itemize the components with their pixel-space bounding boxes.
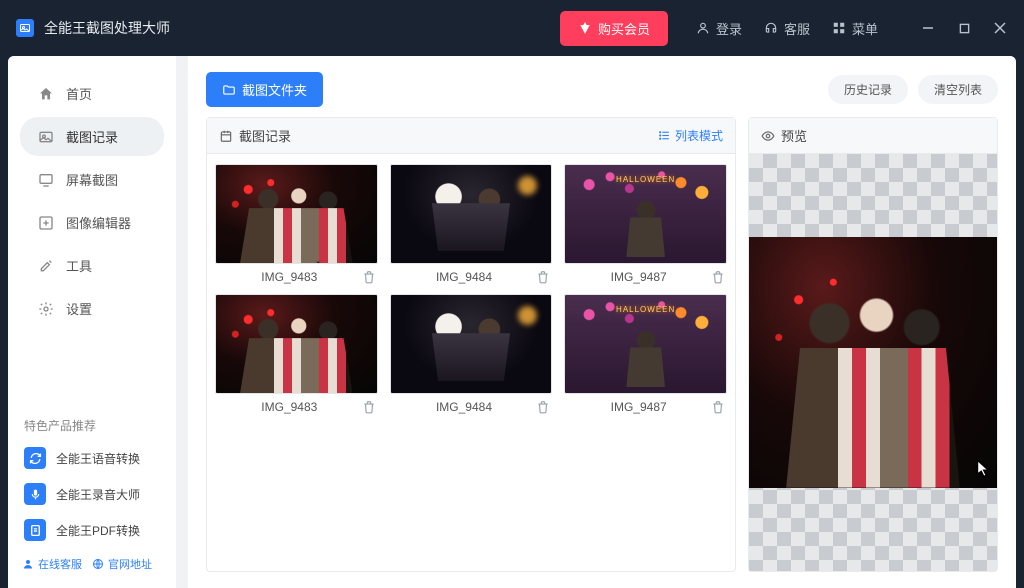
pdf-icon: [24, 519, 46, 541]
delete-button[interactable]: [536, 400, 550, 414]
history-button[interactable]: 历史记录: [828, 75, 908, 104]
gear-icon: [38, 301, 54, 317]
link-label: 官网地址: [108, 556, 152, 572]
eye-icon: [761, 129, 775, 143]
thumbnail-name: IMG_9483: [217, 270, 362, 284]
thumbnail-item: IMG_9484: [390, 294, 553, 414]
preview-title: 预览: [781, 126, 807, 145]
list-icon: [658, 129, 671, 142]
user-icon: [696, 21, 710, 35]
online-support-link[interactable]: 在线客服: [22, 556, 82, 572]
buy-vip-button[interactable]: 购买会员: [560, 11, 668, 46]
nav-label: 工具: [66, 256, 92, 275]
support-button[interactable]: 客服: [764, 19, 810, 38]
nav-label: 设置: [66, 299, 92, 318]
nav-tools[interactable]: 工具: [20, 246, 164, 285]
thumbnail-item: IMG_9484: [390, 164, 553, 284]
thumbnail-name: IMG_9487: [566, 270, 711, 284]
clear-list-button[interactable]: 清空列表: [918, 75, 998, 104]
list-mode-toggle[interactable]: 列表模式: [658, 127, 723, 144]
user-icon: [22, 558, 34, 570]
thumbnail-image[interactable]: [564, 164, 727, 264]
login-label: 登录: [716, 19, 742, 38]
records-icon: [38, 129, 54, 145]
thumbnail-item: IMG_9487: [564, 164, 727, 284]
records-panel: 截图记录 列表模式 IMG_9483 IMG_9484 IMG_9487 IMG_94…: [206, 117, 736, 572]
nav-image-editor[interactable]: 图像编辑器: [20, 203, 164, 242]
thumbnail-name: IMG_9484: [392, 270, 537, 284]
main-content: 截图文件夹 历史记录 清空列表 截图记录 列表模式 IMG_9483 IMG_94…: [188, 56, 1016, 588]
app-logo: [16, 19, 34, 37]
nav-home[interactable]: 首页: [20, 74, 164, 113]
preview-area[interactable]: [749, 154, 997, 571]
nav-screenshot-records[interactable]: 截图记录: [20, 117, 164, 156]
button-label: 截图文件夹: [242, 80, 307, 99]
close-button[interactable]: [992, 20, 1008, 36]
app-title: 全能王截图处理大师: [44, 18, 170, 38]
promo-heading: 特色产品推荐: [8, 411, 176, 440]
preview-panel: 预览: [748, 117, 998, 572]
nav-screen-capture[interactable]: 屏幕截图: [20, 160, 164, 199]
headset-icon: [764, 21, 778, 35]
login-button[interactable]: 登录: [696, 19, 742, 38]
nav-label: 图像编辑器: [66, 213, 131, 232]
mic-icon: [24, 483, 46, 505]
thumbnail-item: IMG_9483: [215, 294, 378, 414]
sidebar: 首页 截图记录 屏幕截图 图像编辑器 工具 设置 特色产品推荐 全能王语音转换: [8, 56, 176, 588]
delete-button[interactable]: [362, 400, 376, 414]
panel-title: 截图记录: [239, 126, 291, 145]
nav-label: 屏幕截图: [66, 170, 118, 189]
official-site-link[interactable]: 官网地址: [92, 556, 152, 572]
thumbnail-image[interactable]: [215, 294, 378, 394]
buy-vip-label: 购买会员: [598, 19, 650, 38]
promo-label: 全能王PDF转换: [56, 522, 140, 539]
nav-label: 截图记录: [66, 127, 118, 146]
minimize-button[interactable]: [920, 20, 936, 36]
thumbnail-image[interactable]: [390, 294, 553, 394]
menu-label: 菜单: [852, 19, 878, 38]
grid-icon: [832, 21, 846, 35]
tools-icon: [38, 258, 54, 274]
delete-button[interactable]: [536, 270, 550, 284]
thumbnail-name: IMG_9483: [217, 400, 362, 414]
menu-button[interactable]: 菜单: [832, 19, 878, 38]
maximize-button[interactable]: [956, 20, 972, 36]
home-icon: [38, 86, 54, 102]
thumbnail-name: IMG_9484: [392, 400, 537, 414]
promo-voice-convert[interactable]: 全能王语音转换: [8, 440, 176, 476]
refresh-icon: [24, 447, 46, 469]
nav-label: 首页: [66, 84, 92, 103]
promo-label: 全能王录音大师: [56, 486, 140, 503]
folder-icon: [222, 83, 236, 97]
thumbnail-image[interactable]: [564, 294, 727, 394]
titlebar: 全能王截图处理大师 购买会员 登录 客服 菜单: [0, 0, 1024, 56]
delete-button[interactable]: [362, 270, 376, 284]
editor-icon: [38, 215, 54, 231]
promo-pdf-convert[interactable]: 全能王PDF转换: [8, 512, 176, 548]
promo-audio-record[interactable]: 全能王录音大师: [8, 476, 176, 512]
diamond-icon: [578, 21, 592, 35]
thumbnail-image[interactable]: [390, 164, 553, 264]
globe-icon: [92, 558, 104, 570]
delete-button[interactable]: [711, 400, 725, 414]
support-label: 客服: [784, 19, 810, 38]
link-label: 在线客服: [38, 556, 82, 572]
thumbnail-item: IMG_9483: [215, 164, 378, 284]
delete-button[interactable]: [711, 270, 725, 284]
calendar-icon: [219, 129, 233, 143]
nav-settings[interactable]: 设置: [20, 289, 164, 328]
thumbnail-image[interactable]: [215, 164, 378, 264]
promo-label: 全能王语音转换: [56, 450, 140, 467]
thumbnail-item: IMG_9487: [564, 294, 727, 414]
toggle-label: 列表模式: [675, 127, 723, 144]
thumbnail-name: IMG_9487: [566, 400, 711, 414]
capture-icon: [38, 172, 54, 188]
screenshot-folder-button[interactable]: 截图文件夹: [206, 72, 323, 107]
